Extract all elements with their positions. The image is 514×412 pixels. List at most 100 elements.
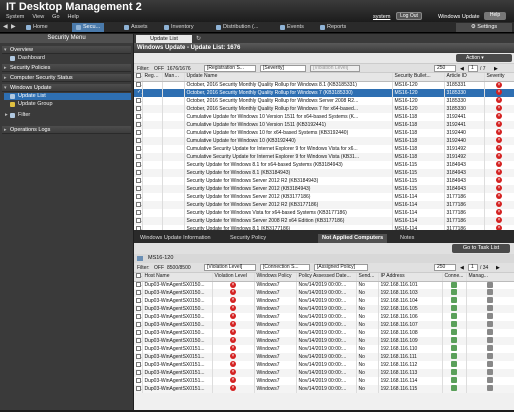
row-checkbox[interactable] xyxy=(136,169,141,175)
logout-button[interactable]: Log Out xyxy=(396,12,422,20)
table-row[interactable]: Security Update for Windows Vista for x6… xyxy=(134,209,514,217)
row-checkbox[interactable] xyxy=(136,193,141,199)
menu-system[interactable]: System xyxy=(6,14,24,20)
go-to-task-list-button[interactable]: Go to Task List xyxy=(452,244,510,253)
column-header-severity[interactable]: Severity xyxy=(484,73,514,82)
tab-events[interactable]: Events xyxy=(276,23,308,32)
page-size-select[interactable]: 250 xyxy=(434,264,456,271)
table-row[interactable]: Cumulative Update for Windows 10 Version… xyxy=(134,121,514,129)
row-checkbox[interactable] xyxy=(136,297,141,303)
table-row[interactable]: Security Update for Windows Server 2012 … xyxy=(134,193,514,201)
row-checkbox-cell[interactable] xyxy=(134,177,143,185)
row-checkbox-cell[interactable] xyxy=(134,153,143,161)
registration-status-select[interactable]: [Registration S... xyxy=(204,65,256,72)
select-all-checkbox[interactable] xyxy=(136,73,141,79)
tab-security-policy[interactable]: Security Policy xyxy=(226,234,270,243)
help-button[interactable]: Help xyxy=(484,12,506,20)
table-row[interactable]: Security Update for Windows Server 2012 … xyxy=(134,185,514,193)
row-checkbox[interactable] xyxy=(136,361,141,367)
column-header-bulletin[interactable]: Security Bullet... xyxy=(392,73,445,82)
row-checkbox-cell[interactable] xyxy=(134,145,143,153)
row-checkbox[interactable] xyxy=(136,145,141,151)
table-row[interactable]: Cumulative Security Update for Internet … xyxy=(134,153,514,161)
row-checkbox-cell[interactable] xyxy=(134,281,143,289)
column-header-select[interactable] xyxy=(134,273,143,282)
row-checkbox[interactable] xyxy=(136,177,141,183)
row-checkbox[interactable] xyxy=(136,337,141,343)
sidebar-item-update-group[interactable]: Update Group xyxy=(4,101,131,108)
row-checkbox[interactable] xyxy=(136,81,141,87)
tab-inventory[interactable]: Inventory xyxy=(160,23,198,32)
tab-not-applied-computers[interactable]: Not Applied Computers xyxy=(318,234,388,243)
table-row[interactable]: Dup03-WinAgentSX0151... × Windows7 Nov/14/2… xyxy=(134,377,514,385)
row-checkbox-cell[interactable] xyxy=(134,361,143,369)
page-input[interactable]: 1 xyxy=(468,264,478,271)
row-checkbox-cell[interactable] xyxy=(134,305,143,313)
row-checkbox[interactable] xyxy=(136,105,141,111)
table-row[interactable]: Security Update for Windows Server 2012 … xyxy=(134,201,514,209)
next-page-icon[interactable]: ▶ xyxy=(494,65,498,73)
next-page-icon[interactable]: ▶ xyxy=(496,264,500,272)
table-row[interactable]: Dup03-WinAgentSX0150... × Windows7 Nov/14/2… xyxy=(134,297,514,305)
row-checkbox-cell[interactable] xyxy=(134,121,143,129)
prev-page-icon[interactable]: ◀ xyxy=(460,264,464,272)
settings-button[interactable]: ⚙ Settings xyxy=(456,23,512,32)
section-security-policies[interactable]: Security Policies xyxy=(2,64,131,72)
table-row[interactable]: Dup03-WinAgentSX0150... × Windows7 Nov/14/2… xyxy=(134,305,514,313)
table-row[interactable]: Dup03-WinAgentSX0150... × Windows7 Nov/14/2… xyxy=(134,321,514,329)
row-checkbox-cell[interactable] xyxy=(134,161,143,169)
menu-help[interactable]: Help xyxy=(68,14,79,20)
row-checkbox[interactable] xyxy=(136,353,141,359)
row-checkbox[interactable] xyxy=(136,89,141,96)
row-checkbox-cell[interactable] xyxy=(134,337,143,345)
row-checkbox-cell[interactable] xyxy=(134,385,143,393)
table-row[interactable]: Security Update for Windows Server 2008 … xyxy=(134,217,514,225)
row-checkbox-cell[interactable] xyxy=(134,209,143,217)
row-checkbox-cell[interactable] xyxy=(134,329,143,337)
row-checkbox[interactable] xyxy=(136,217,141,223)
tab-reports[interactable]: Reports xyxy=(316,23,350,32)
column-header-send[interactable]: Send... xyxy=(356,273,379,282)
table-row[interactable]: Dup03-WinAgentSX0150... × Windows7 Nov/14/2… xyxy=(134,281,514,289)
row-checkbox-cell[interactable] xyxy=(134,321,143,329)
row-checkbox[interactable] xyxy=(136,329,141,335)
table-row[interactable]: October, 2016 Security Monthly Quality R… xyxy=(134,89,514,97)
column-header-update-name[interactable]: Update Name xyxy=(184,73,393,82)
sidebar-item-filter[interactable]: ▸ Filter xyxy=(4,112,131,119)
row-checkbox-cell[interactable] xyxy=(134,105,143,113)
table-row[interactable]: Security Update for Windows Server 2012 … xyxy=(134,177,514,185)
column-header-windows-policy[interactable]: Windows Policy xyxy=(254,273,297,282)
row-checkbox-cell[interactable] xyxy=(134,289,143,297)
table-row[interactable]: Dup03-WinAgentSX0150... × Windows7 Nov/14/2… xyxy=(134,337,514,345)
row-checkbox[interactable] xyxy=(136,137,141,143)
row-checkbox[interactable] xyxy=(136,121,141,127)
tab-distribution[interactable]: Distribution (... xyxy=(212,23,262,32)
column-header-connection[interactable]: Conne... xyxy=(442,273,467,282)
row-checkbox[interactable] xyxy=(136,153,141,159)
back-arrow-icon[interactable]: ◀ xyxy=(3,23,8,30)
column-header-select[interactable] xyxy=(134,73,143,82)
row-checkbox[interactable] xyxy=(136,385,141,391)
column-header-ip-address[interactable]: IP Address xyxy=(378,273,443,282)
row-checkbox-cell[interactable] xyxy=(134,185,143,193)
table-row[interactable]: October, 2016 Security Monthly Quality R… xyxy=(134,97,514,105)
filter-toggle[interactable]: OFF xyxy=(154,65,164,73)
column-header-registered[interactable]: Regist... xyxy=(142,73,163,82)
row-checkbox-cell[interactable] xyxy=(134,217,143,225)
table-row[interactable]: Dup03-WinAgentSX0151... × Windows7 Nov/14/2… xyxy=(134,353,514,361)
severity-select[interactable]: [Severity] xyxy=(260,65,306,72)
row-checkbox-cell[interactable] xyxy=(134,129,143,137)
column-header-manual[interactable]: Manua... xyxy=(162,73,185,82)
table-row[interactable]: Cumulative Security Update for Internet … xyxy=(134,145,514,153)
tab-home[interactable]: Home xyxy=(22,23,52,32)
table-row[interactable]: Dup03-WinAgentSX0151... × Windows7 Nov/14/2… xyxy=(134,361,514,369)
table-row[interactable]: Cumulative Update for Windows 10 (KB3192… xyxy=(134,137,514,145)
row-checkbox-cell[interactable] xyxy=(134,137,143,145)
table-row[interactable]: Dup03-WinAgentSX0151... × Windows7 Nov/14/2… xyxy=(134,369,514,377)
row-checkbox-cell[interactable] xyxy=(134,377,143,385)
section-operations-logs[interactable]: Operations Logs xyxy=(2,126,131,134)
sidebar-item-dashboard[interactable]: Dashboard xyxy=(4,55,131,62)
row-checkbox[interactable] xyxy=(136,97,141,103)
row-checkbox[interactable] xyxy=(136,185,141,191)
row-checkbox-cell[interactable] xyxy=(134,97,143,105)
